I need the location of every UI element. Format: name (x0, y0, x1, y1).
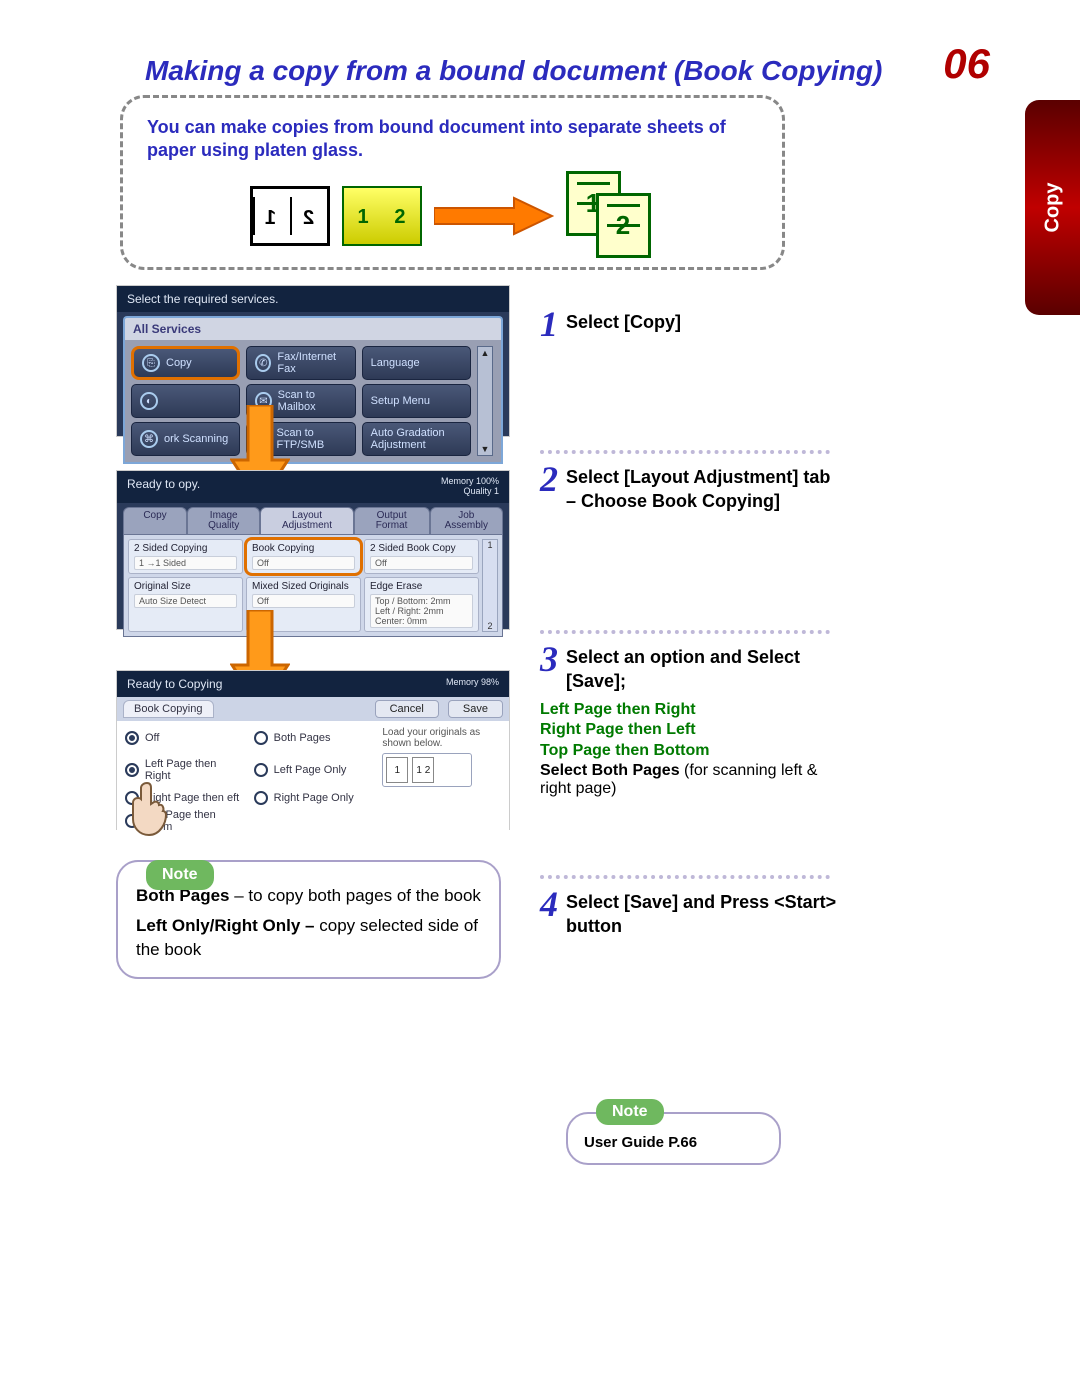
save-button[interactable]: Save (448, 700, 503, 718)
side-tab-label: Copy (1041, 183, 1064, 233)
step-3: 3 Select an option and Select [Save]; Le… (540, 645, 840, 798)
radio-dot-icon (254, 731, 268, 745)
note-label: Note (146, 860, 214, 890)
intro-box: You can make copies from bound document … (120, 95, 785, 270)
screenshot-book-copying-options: Ready to Copying Memory 98% Book Copying… (116, 670, 510, 830)
scroll-up-icon: ▲ (481, 348, 490, 358)
copy-label: Copy (166, 357, 192, 369)
radio-left-page-only[interactable]: Left Page Only (254, 753, 373, 787)
load-originals-msg: Load your originals as shown below. (382, 727, 501, 749)
step-2-number: 2 (540, 465, 558, 494)
radio-off[interactable]: Off (125, 727, 244, 749)
page-number: 06 (943, 40, 990, 88)
screenshot3-status: Ready to Copying (127, 677, 222, 691)
divider (540, 630, 830, 634)
step-2-text: Select [Layout Adjustment] tab – Choose … (566, 467, 830, 511)
divider (540, 875, 830, 879)
sheets-icon: 1 2 (566, 171, 656, 261)
radio-dot-icon (254, 763, 268, 777)
radio-dot-icon (125, 731, 139, 745)
screenshot-layout-adjustment: Ready to opy. Memory 100% Quality 1 Copy… (116, 470, 510, 630)
step-1-number: 1 (540, 310, 558, 339)
cell-edge-erase[interactable]: Edge EraseTop / Bottom: 2mm Left / Right… (364, 577, 479, 632)
cell-2sided-copying[interactable]: 2 Sided Copying1 →1 Sided (128, 539, 243, 574)
setup-label: Setup Menu (371, 395, 430, 407)
cell-2sided-book-copy[interactable]: 2 Sided Book CopyOff (364, 539, 479, 574)
tab-layout-adjustment[interactable]: Layout Adjustment (260, 507, 353, 534)
fax-icon: ✆ (255, 354, 271, 372)
book-open-icon: 12 (342, 186, 422, 246)
scrollbar-2[interactable]: 12 (482, 539, 498, 632)
page-title: Making a copy from a bound document (Boo… (145, 55, 882, 87)
step-1: 1 Select [Copy] (540, 310, 840, 339)
cell-book-copying[interactable]: Book CopyingOff (246, 539, 361, 574)
step-4: 4 Select [Save] and Press <Start> button (540, 890, 840, 939)
radio-dot-icon (254, 791, 268, 805)
network-icon: ⌘ (140, 430, 158, 448)
all-services-tab[interactable]: All Services (123, 316, 503, 340)
radio-right-page-only[interactable]: Right Page Only (254, 791, 373, 805)
gradation-button[interactable]: Auto Gradation Adjustment (362, 422, 471, 456)
memory-status: Memory 100% (441, 476, 499, 486)
quality-status: Quality 1 (463, 486, 499, 496)
user-guide-ref: User Guide P.66 (584, 1134, 763, 1151)
orientation-placard: 11 2 (382, 753, 472, 787)
tab-copy[interactable]: Copy (123, 507, 187, 534)
step-1-text: Select [Copy] (566, 312, 681, 332)
step-3-both: Select Both Pages (for scanning left & r… (540, 762, 840, 798)
step-3-number: 3 (540, 645, 558, 674)
step-3-opt2: Right Page then Left (540, 720, 840, 741)
book-copying-tab[interactable]: Book Copying (123, 700, 214, 718)
radio-both-pages[interactable]: Both Pages (254, 727, 373, 749)
screenshot2-status: Ready to opy. (127, 477, 200, 497)
step-4-number: 4 (540, 890, 558, 919)
screenshot-all-services: Select the required services. All Servic… (116, 285, 510, 437)
side-tab-copy[interactable]: Copy (1025, 100, 1080, 315)
pointing-hand-icon (125, 779, 173, 837)
tab-output-format[interactable]: Output Format (354, 507, 430, 534)
language-button[interactable]: Language (362, 346, 471, 380)
radio-dot-icon (125, 763, 139, 777)
step-3-opt1: Left Page then Right (540, 700, 840, 721)
note-box-1: Note Both Pages – to copy both pages of … (116, 860, 501, 979)
note-label-2: Note (596, 1099, 664, 1125)
fax-label: Fax/Internet Fax (277, 351, 346, 375)
network-button[interactable]: ⌘ ork Scanning (131, 422, 240, 456)
divider (540, 450, 830, 454)
note-left-right-only: Left Only/Right Only – copy selected sid… (136, 914, 481, 962)
blank-button[interactable]: ◐ (131, 384, 240, 418)
cancel-button[interactable]: Cancel (375, 700, 439, 718)
copy-button[interactable]: ⎘ Copy (131, 346, 240, 380)
step-3-text: Select an option and Select [Save]; (566, 647, 800, 691)
intro-text: You can make copies from bound document … (147, 116, 758, 163)
step-4-text: Select [Save] and Press <Start> button (566, 892, 836, 936)
copy-icon: ⎘ (142, 354, 160, 372)
tab-image-quality[interactable]: Image Quality (187, 507, 260, 534)
gradation-label: Auto Gradation Adjustment (371, 427, 462, 451)
fax-button[interactable]: ✆ Fax/Internet Fax (246, 346, 355, 380)
scan-icon: ◐ (140, 392, 158, 410)
cell-original-size[interactable]: Original SizeAuto Size Detect (128, 577, 243, 632)
intro-graphics: 12 12 1 2 (147, 171, 758, 261)
memory-status-2: Memory 98% (446, 677, 499, 691)
language-label: Language (371, 357, 420, 369)
step-2: 2 Select [Layout Adjustment] tab – Choos… (540, 465, 840, 514)
note-box-2: Note User Guide P.66 (566, 1112, 781, 1165)
arrow-right-icon (434, 196, 554, 236)
step-3-opt3: Top Page then Bottom (540, 741, 840, 762)
book-closed-icon: 12 (250, 186, 330, 246)
scroll-down-icon: ▼ (481, 444, 490, 454)
setup-button[interactable]: Setup Menu (362, 384, 471, 418)
scrollbar[interactable]: ▲▼ (477, 346, 493, 456)
tab-job-assembly[interactable]: Job Assembly (430, 507, 503, 534)
network-label: ork Scanning (164, 433, 228, 445)
screenshot1-prompt: Select the required services. (117, 286, 509, 312)
